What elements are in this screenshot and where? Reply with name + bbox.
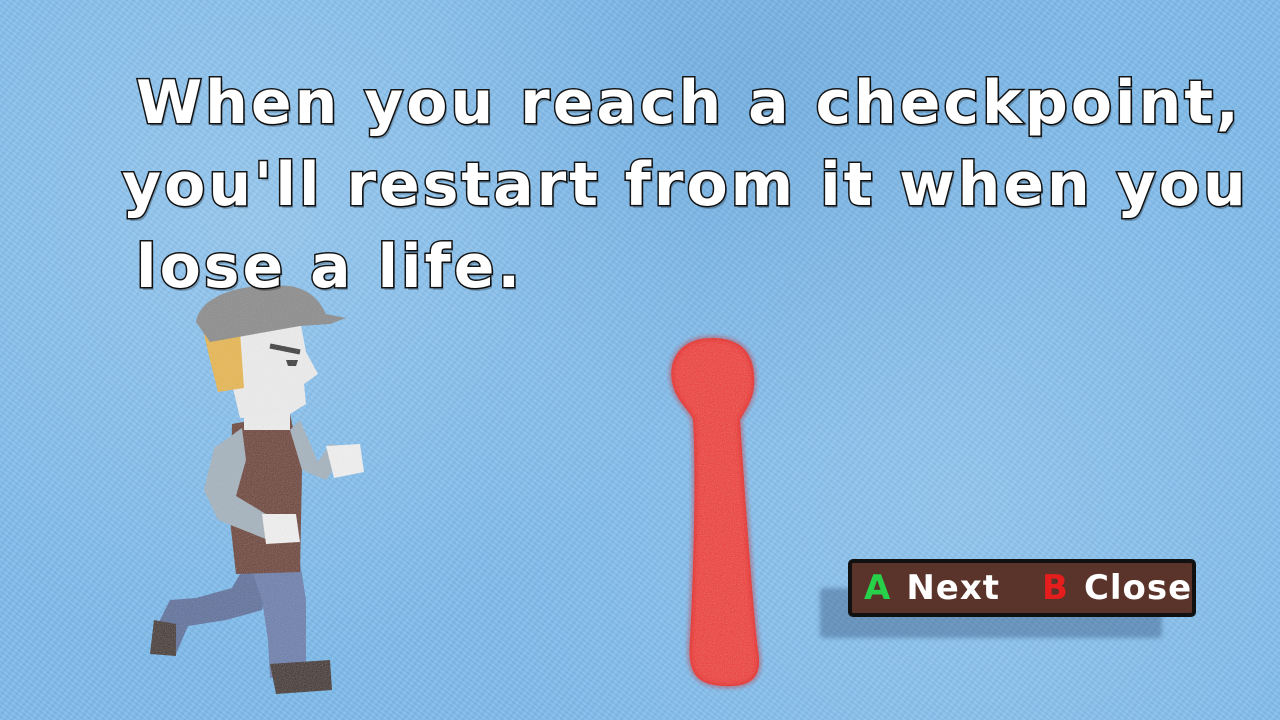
next-button[interactable]: A Next	[864, 568, 1000, 608]
b-button-icon: B	[1042, 568, 1068, 608]
tutorial-line-2: you'll restart from it when you	[121, 149, 1249, 222]
player-character	[150, 285, 364, 694]
close-label: Close	[1083, 568, 1193, 608]
tutorial-line-3: lose a life.	[135, 231, 524, 304]
next-label: Next	[906, 568, 1001, 608]
checkpoint-marker	[669, 336, 761, 688]
game-scene: When you reach a checkpoint, you'll rest…	[0, 0, 1280, 720]
tutorial-message: When you reach a checkpoint, you'll rest…	[121, 62, 1249, 308]
tutorial-line-1: When you reach a checkpoint,	[135, 67, 1242, 140]
button-prompt-bar: A Next B Close	[848, 559, 1196, 617]
close-button[interactable]: B Close	[1042, 568, 1192, 608]
a-button-icon: A	[864, 568, 891, 608]
